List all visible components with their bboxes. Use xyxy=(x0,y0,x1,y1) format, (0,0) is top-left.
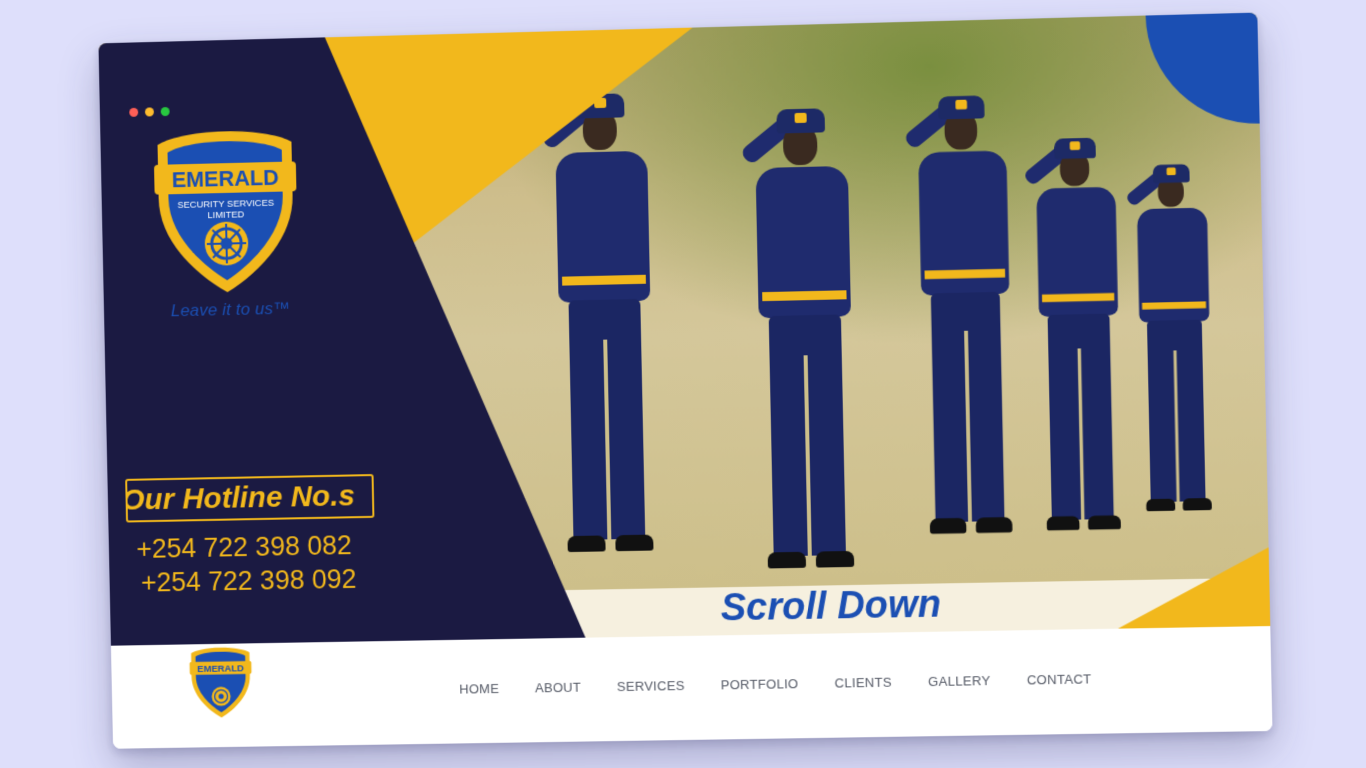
window-controls xyxy=(129,106,170,117)
hotline-label: Our Hotline No.s xyxy=(125,474,375,523)
hotline-number-1[interactable]: +254 722 398 082 xyxy=(136,530,352,565)
nav-logo[interactable]: EMERALD xyxy=(188,645,255,724)
nav-clients-link[interactable]: CLIENTS xyxy=(834,675,892,691)
shield-logo-small-icon: EMERALD xyxy=(189,647,252,719)
browser-window: EMERALD SECURITY SERVICES LIMITED Leave … xyxy=(98,12,1273,749)
logo-subtitle-line2: LIMITED xyxy=(207,209,244,221)
nav-services-link[interactable]: SERVICES xyxy=(617,678,685,694)
close-dot-icon[interactable] xyxy=(129,107,139,117)
hotline-number-2[interactable]: +254 722 398 092 xyxy=(141,564,357,599)
nav-home-link[interactable]: HOME xyxy=(459,681,499,697)
scroll-down-link[interactable]: Scroll Down xyxy=(720,583,941,630)
minimize-dot-icon[interactable] xyxy=(144,107,154,117)
main-navigation: EMERALD HOME ABOUT SERVICES PORTFOLIO CL… xyxy=(110,626,1273,749)
nav-gallery-link[interactable]: GALLERY xyxy=(928,673,991,689)
maximize-dot-icon[interactable] xyxy=(160,106,170,117)
nav-links: HOME ABOUT SERVICES PORTFOLIO CLIENTS GA… xyxy=(459,671,1092,696)
hero-section: EMERALD SECURITY SERVICES LIMITED Leave … xyxy=(98,12,1271,646)
logo-brand-name: EMERALD xyxy=(171,165,279,193)
nav-contact-link[interactable]: CONTACT xyxy=(1027,671,1092,687)
nav-portfolio-link[interactable]: PORTFOLIO xyxy=(721,676,799,692)
shield-logo-icon: EMERALD SECURITY SERVICES LIMITED xyxy=(154,129,297,294)
nav-logo-brand-name: EMERALD xyxy=(197,663,244,675)
nav-about-link[interactable]: ABOUT xyxy=(535,680,581,696)
emerald-logo[interactable]: EMERALD SECURITY SERVICES LIMITED xyxy=(151,126,300,303)
brand-tagline: Leave it to us™ xyxy=(170,298,291,321)
